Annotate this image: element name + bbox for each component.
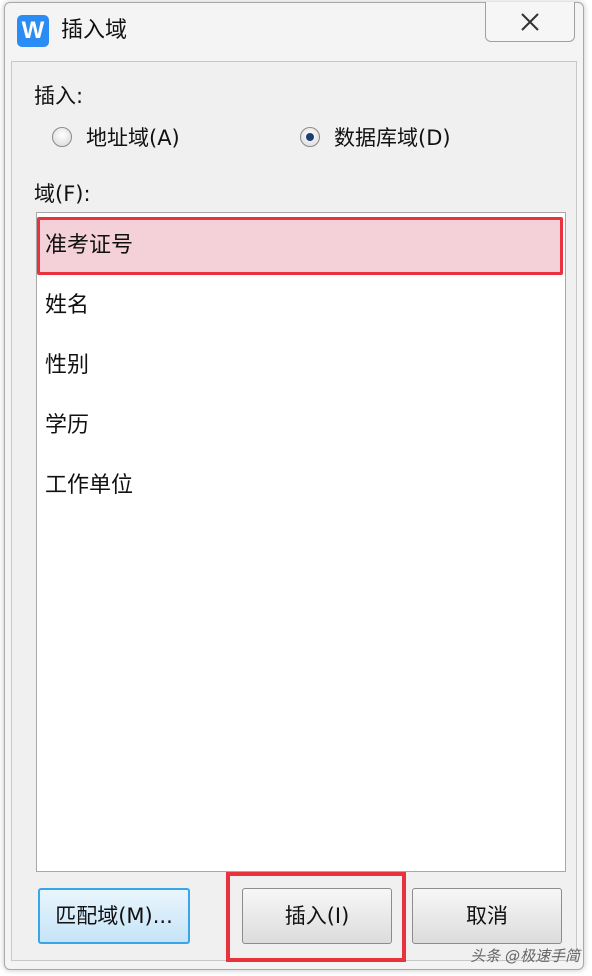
list-item[interactable]: 学历 xyxy=(45,411,89,441)
dialog-content: 插入: 地址域(A) 数据库域(D) 域(F): 准考证号 姓名 性别 学历 工… xyxy=(11,61,577,962)
radio-checked-icon xyxy=(300,127,320,147)
list-item[interactable]: 工作单位 xyxy=(45,471,133,501)
list-item[interactable]: 姓名 xyxy=(45,291,89,321)
window-title: 插入域 xyxy=(61,18,128,43)
cancel-button[interactable]: 取消 xyxy=(412,888,562,944)
watermark: 头条 @极速手简 xyxy=(470,947,580,965)
close-button[interactable] xyxy=(485,2,575,42)
radio-database-label: 数据库域(D) xyxy=(334,126,451,150)
match-fields-button[interactable]: 匹配域(M)... xyxy=(38,888,190,944)
close-icon xyxy=(521,13,539,31)
list-item[interactable]: 性别 xyxy=(45,351,89,381)
title-bar: W 插入域 xyxy=(5,2,583,59)
fields-label: 域(F): xyxy=(34,182,91,206)
fields-listbox[interactable]: 准考证号 姓名 性别 学历 工作单位 xyxy=(36,212,566,872)
wps-writer-icon: W xyxy=(17,15,49,47)
insert-field-dialog: W 插入域 插入: 地址域(A) 数据库域(D) 域(F): 准考证号 姓名 性… xyxy=(4,2,584,970)
list-item-selected[interactable]: 准考证号 xyxy=(45,231,133,261)
insert-button[interactable]: 插入(I) xyxy=(242,888,392,944)
radio-unchecked-icon xyxy=(52,127,72,147)
radio-address-label: 地址域(A) xyxy=(86,126,180,150)
insert-label: 插入: xyxy=(34,84,84,108)
radio-database-field[interactable]: 数据库域(D) xyxy=(300,122,451,152)
radio-address-field[interactable]: 地址域(A) xyxy=(52,122,180,152)
